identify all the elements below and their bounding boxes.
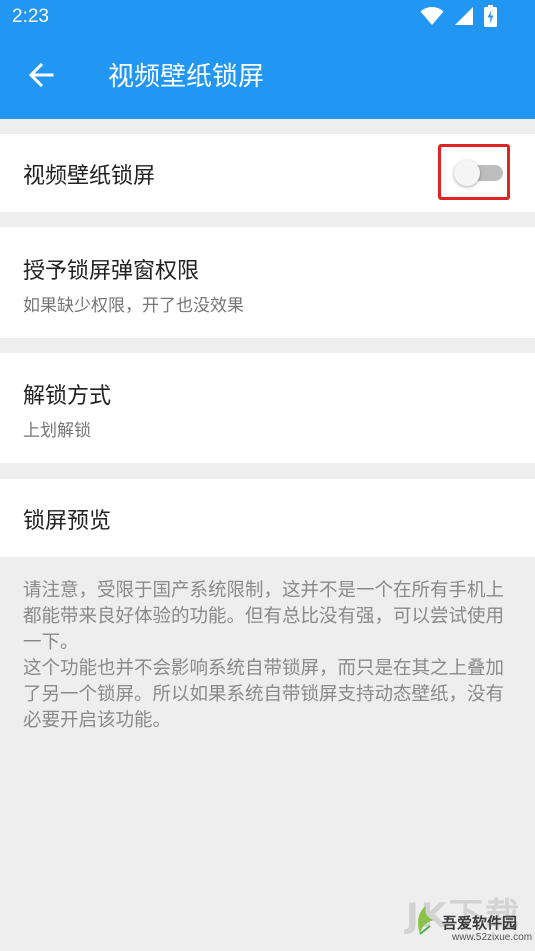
status-icons	[420, 5, 497, 31]
preview-setting-title: 锁屏预览	[23, 509, 112, 534]
toggle-thumb	[454, 160, 480, 186]
watermark: JK下载 吾爱软件园 www.52zixue.com	[398, 888, 533, 946]
permission-setting-row[interactable]: 授予锁屏弹窗权限 如果缺少权限，开了也没效果	[0, 227, 535, 338]
permission-setting-title: 授予锁屏弹窗权限	[23, 259, 200, 284]
permission-setting-subtitle: 如果缺少权限，开了也没效果	[23, 296, 244, 316]
page-title: 视频壁纸锁屏	[108, 62, 265, 92]
unlock-method-setting-row[interactable]: 解锁方式 上划解锁	[0, 353, 535, 463]
video-lock-setting-row[interactable]: 视频壁纸锁屏	[0, 134, 535, 212]
back-button[interactable]	[18, 54, 64, 100]
status-bar: 2:23	[0, 0, 535, 36]
video-lock-setting-title: 视频壁纸锁屏	[23, 164, 156, 189]
watermark-logo-icon	[412, 904, 440, 942]
watermark-url: www.52zixue.com	[452, 932, 533, 943]
info-note: 请注意，受限于国产系统限制，这并不是一个在所有手机上都能带来良好体验的功能。但有…	[23, 580, 505, 731]
unlock-method-title: 解锁方式	[23, 384, 112, 409]
unlock-method-value: 上划解锁	[23, 421, 91, 441]
signal-icon	[454, 6, 474, 30]
status-time: 2:23	[12, 6, 49, 27]
wifi-icon	[420, 6, 444, 30]
app-bar: 视频壁纸锁屏	[0, 36, 535, 119]
preview-setting-row[interactable]: 锁屏预览	[0, 479, 535, 557]
battery-charging-icon	[484, 5, 497, 31]
watermark-name: 吾爱软件园	[442, 914, 518, 932]
arrow-back-icon	[28, 62, 54, 92]
video-lock-toggle[interactable]	[454, 160, 504, 186]
